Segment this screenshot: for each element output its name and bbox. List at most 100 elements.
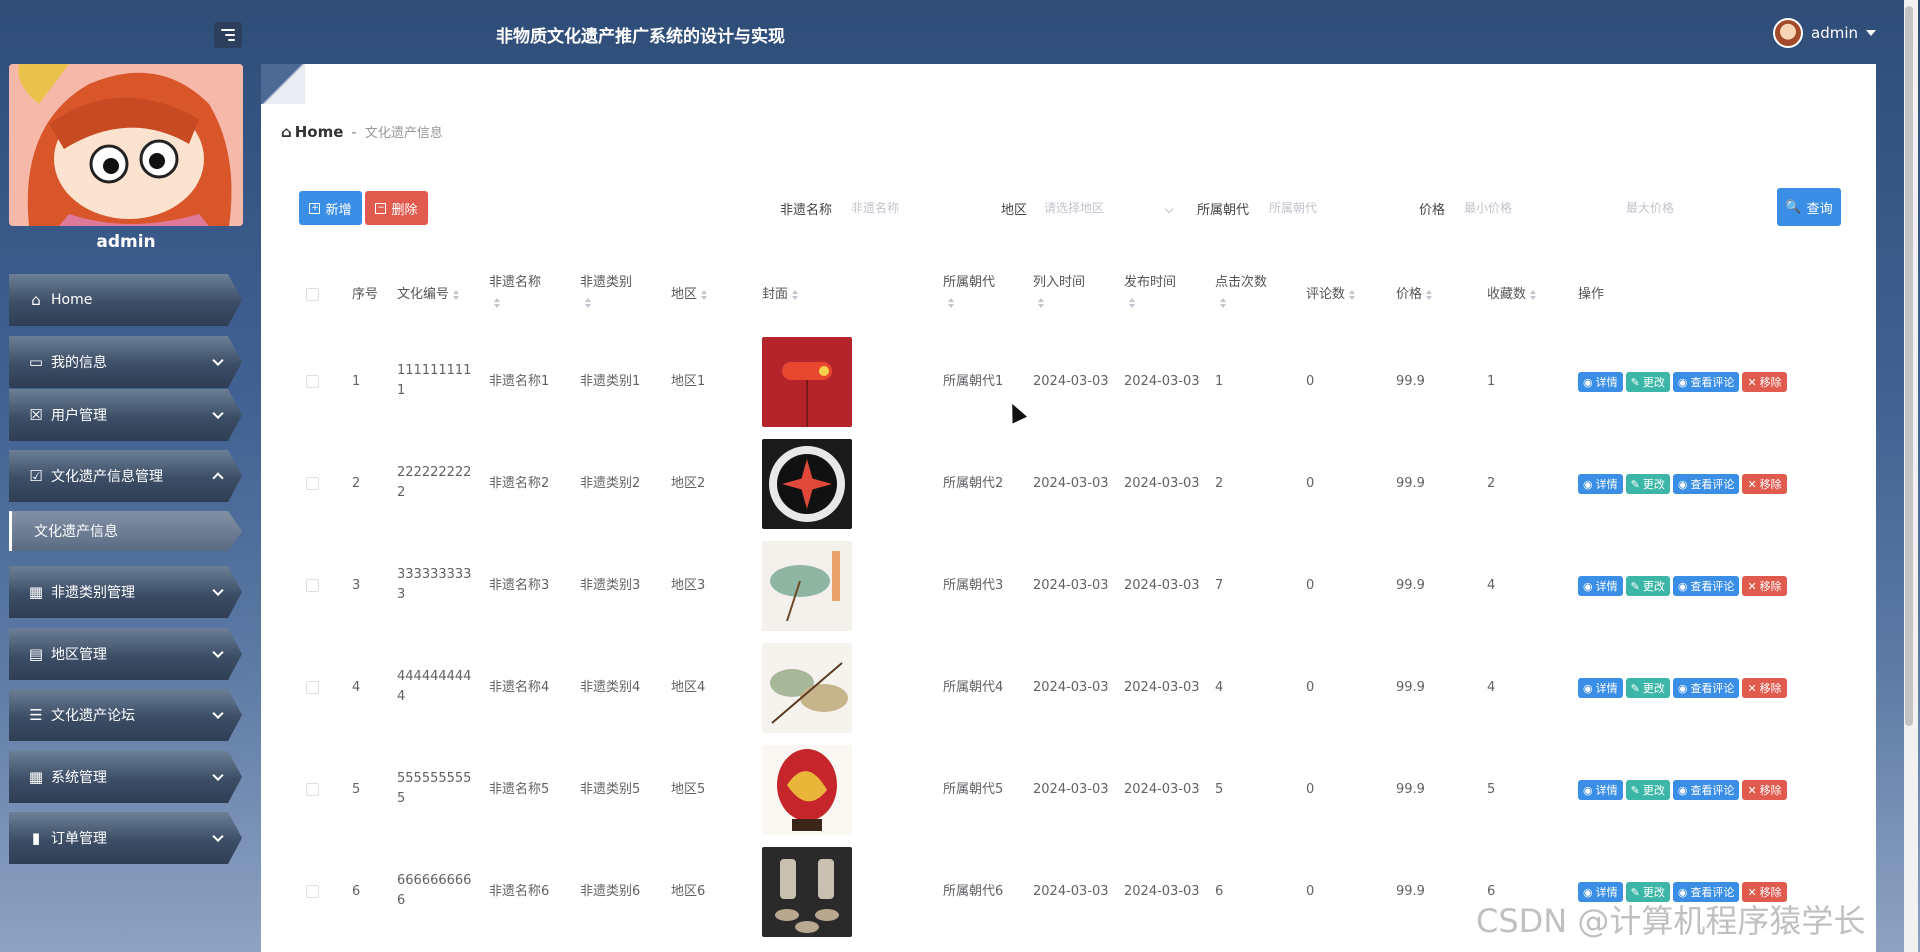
detail-button[interactable]: ◉ 详情 (1578, 780, 1623, 800)
table-row: 2 222222222 2 非遗名称2 非遗类别2 地区2 所属朝代2 2024-03-03 2… (261, 433, 1876, 535)
sidebar-item-my-info[interactable]: ▭ 我的信息 (9, 336, 242, 388)
cell-code: 111111111 1 (397, 363, 472, 398)
remove-button[interactable]: ✕ 移除 (1742, 678, 1787, 698)
region-select[interactable] (1044, 191, 1164, 225)
query-button[interactable]: 🔍 查询 (1777, 188, 1841, 226)
edit-button[interactable]: ✎ 更改 (1625, 474, 1670, 494)
th-favorites[interactable]: 收藏数 (1487, 282, 1537, 308)
view-comments-button[interactable]: ◉ 查看评论 (1672, 780, 1740, 800)
detail-button[interactable]: ◉ 详情 (1578, 474, 1623, 494)
max-price-input[interactable] (1626, 191, 1766, 225)
row-checkbox[interactable] (306, 375, 319, 388)
cell-price: 99.9 (1396, 884, 1425, 899)
delete-button[interactable]: − 删除 (365, 191, 428, 225)
remove-button[interactable]: ✕ 移除 (1742, 372, 1787, 392)
menu-toggle-button[interactable] (214, 22, 242, 48)
sidebar: admin ⌂ Home ▭ 我的信息 ☒ 用户管理 ☑ 文化遗产信息管理 文化… (0, 64, 261, 952)
sidebar-subitem-heritage-info[interactable]: 文化遗产信息 (9, 511, 242, 551)
th-price[interactable]: 价格 (1396, 282, 1433, 308)
view-comments-button[interactable]: ◉ 查看评论 (1672, 474, 1740, 494)
add-button[interactable]: + 新增 (299, 191, 362, 225)
edit-button[interactable]: ✎ 更改 (1625, 576, 1670, 596)
scrollbar-thumb[interactable] (1905, 6, 1913, 726)
cell-dynasty: 所属朝代4 (943, 680, 1004, 695)
cell-region: 地区2 (671, 476, 706, 491)
chevron-down-icon (212, 584, 224, 597)
name-search-input[interactable] (851, 191, 991, 225)
sidebar-item-system-management[interactable]: ▦ 系统管理 (9, 751, 242, 803)
remove-button[interactable]: ✕ 移除 (1742, 576, 1787, 596)
view-comments-button[interactable]: ◉ 查看评论 (1672, 576, 1740, 596)
cover-image[interactable] (762, 541, 852, 631)
sidebar-item-heritage-management[interactable]: ☑ 文化遗产信息管理 (9, 450, 242, 502)
dynasty-label: 所属朝代 (1197, 203, 1250, 218)
cover-image[interactable] (762, 439, 852, 529)
cell-index: 5 (352, 782, 361, 797)
sidebar-item-category-management[interactable]: ▦ 非遗类别管理 (9, 566, 242, 618)
th-listed[interactable]: 列入时间 (1033, 270, 1085, 308)
th-region[interactable]: 地区 (671, 282, 708, 308)
cell-comments: 0 (1306, 782, 1315, 797)
cover-image[interactable] (762, 643, 852, 733)
cell-favorites: 4 (1487, 578, 1496, 593)
row-checkbox[interactable] (306, 681, 319, 694)
row-checkbox[interactable] (306, 477, 319, 490)
th-published[interactable]: 发布时间 (1124, 270, 1176, 308)
remove-button[interactable]: ✕ 移除 (1742, 474, 1787, 494)
eye-icon: ◉ (1677, 681, 1688, 695)
cell-index: 1 (352, 374, 361, 389)
detail-button[interactable]: ◉ 详情 (1578, 372, 1623, 392)
row-checkbox[interactable] (306, 783, 319, 796)
cell-dynasty: 所属朝代6 (943, 884, 1004, 899)
row-checkbox[interactable] (306, 579, 319, 592)
edit-button[interactable]: ✎ 更改 (1625, 780, 1670, 800)
detail-button[interactable]: ◉ 详情 (1578, 678, 1623, 698)
remove-button[interactable]: ✕ 移除 (1742, 780, 1787, 800)
th-dynasty[interactable]: 所属朝代 (943, 270, 995, 308)
cover-image[interactable] (762, 847, 852, 937)
view-comments-button[interactable]: ◉ 查看评论 (1672, 372, 1740, 392)
th-category[interactable]: 非遗类别 (580, 270, 632, 308)
th-actions: 操作 (1578, 287, 1605, 302)
sidebar-item-home[interactable]: ⌂ Home (9, 274, 242, 326)
sidebar-item-order-management[interactable]: ▮ 订单管理 (9, 812, 242, 864)
user-menu[interactable]: admin (1773, 18, 1876, 48)
sort-icon (585, 298, 591, 308)
breadcrumb-home[interactable]: ⌂ Home (281, 123, 343, 141)
cell-index: 4 (352, 680, 361, 695)
cover-image[interactable] (762, 337, 852, 427)
view-comments-button[interactable]: ◉ 查看评论 (1672, 678, 1740, 698)
min-price-input[interactable] (1464, 191, 1604, 225)
cover-image[interactable] (762, 745, 852, 835)
cell-price: 99.9 (1396, 680, 1425, 695)
sidebar-item-region-management[interactable]: ▤ 地区管理 (9, 628, 242, 680)
th-clicks[interactable]: 点击次数 (1215, 270, 1267, 308)
cell-clicks: 1 (1215, 374, 1224, 389)
cell-dynasty: 所属朝代3 (943, 578, 1004, 593)
th-comments[interactable]: 评论数 (1306, 282, 1356, 308)
sort-icon (1349, 289, 1356, 300)
avatar (1773, 18, 1803, 48)
edit-icon: ✎ (1630, 579, 1640, 593)
cell-published: 2024-03-03 (1124, 374, 1200, 389)
book-icon: ▮ (31, 829, 41, 847)
edit-button[interactable]: ✎ 更改 (1625, 678, 1670, 698)
sort-icon (1220, 298, 1226, 308)
detail-button[interactable]: ◉ 详情 (1578, 576, 1623, 596)
cell-favorites: 5 (1487, 782, 1496, 797)
scrollbar[interactable] (1904, 0, 1918, 952)
cell-price: 99.9 (1396, 374, 1425, 389)
edit-button[interactable]: ✎ 更改 (1625, 372, 1670, 392)
th-code[interactable]: 文化编号 (397, 282, 460, 308)
dynasty-search-input[interactable] (1269, 191, 1409, 225)
row-checkbox[interactable] (306, 885, 319, 898)
table-row: 4 444444444 4 非遗名称4 非遗类别4 地区4 所属朝代4 2024-03-03 2… (261, 637, 1876, 739)
close-icon: ✕ (1747, 375, 1757, 389)
sort-icon (1038, 298, 1044, 308)
app-title: 非物质文化遗产推广系统的设计与实现 (496, 27, 785, 47)
sidebar-item-user-management[interactable]: ☒ 用户管理 (9, 389, 242, 441)
th-name[interactable]: 非遗名称 (489, 270, 541, 308)
sidebar-item-forum[interactable]: ☰ 文化遗产论坛 (9, 689, 242, 741)
select-all-checkbox[interactable] (306, 288, 319, 301)
th-cover[interactable]: 封面 (762, 282, 799, 308)
